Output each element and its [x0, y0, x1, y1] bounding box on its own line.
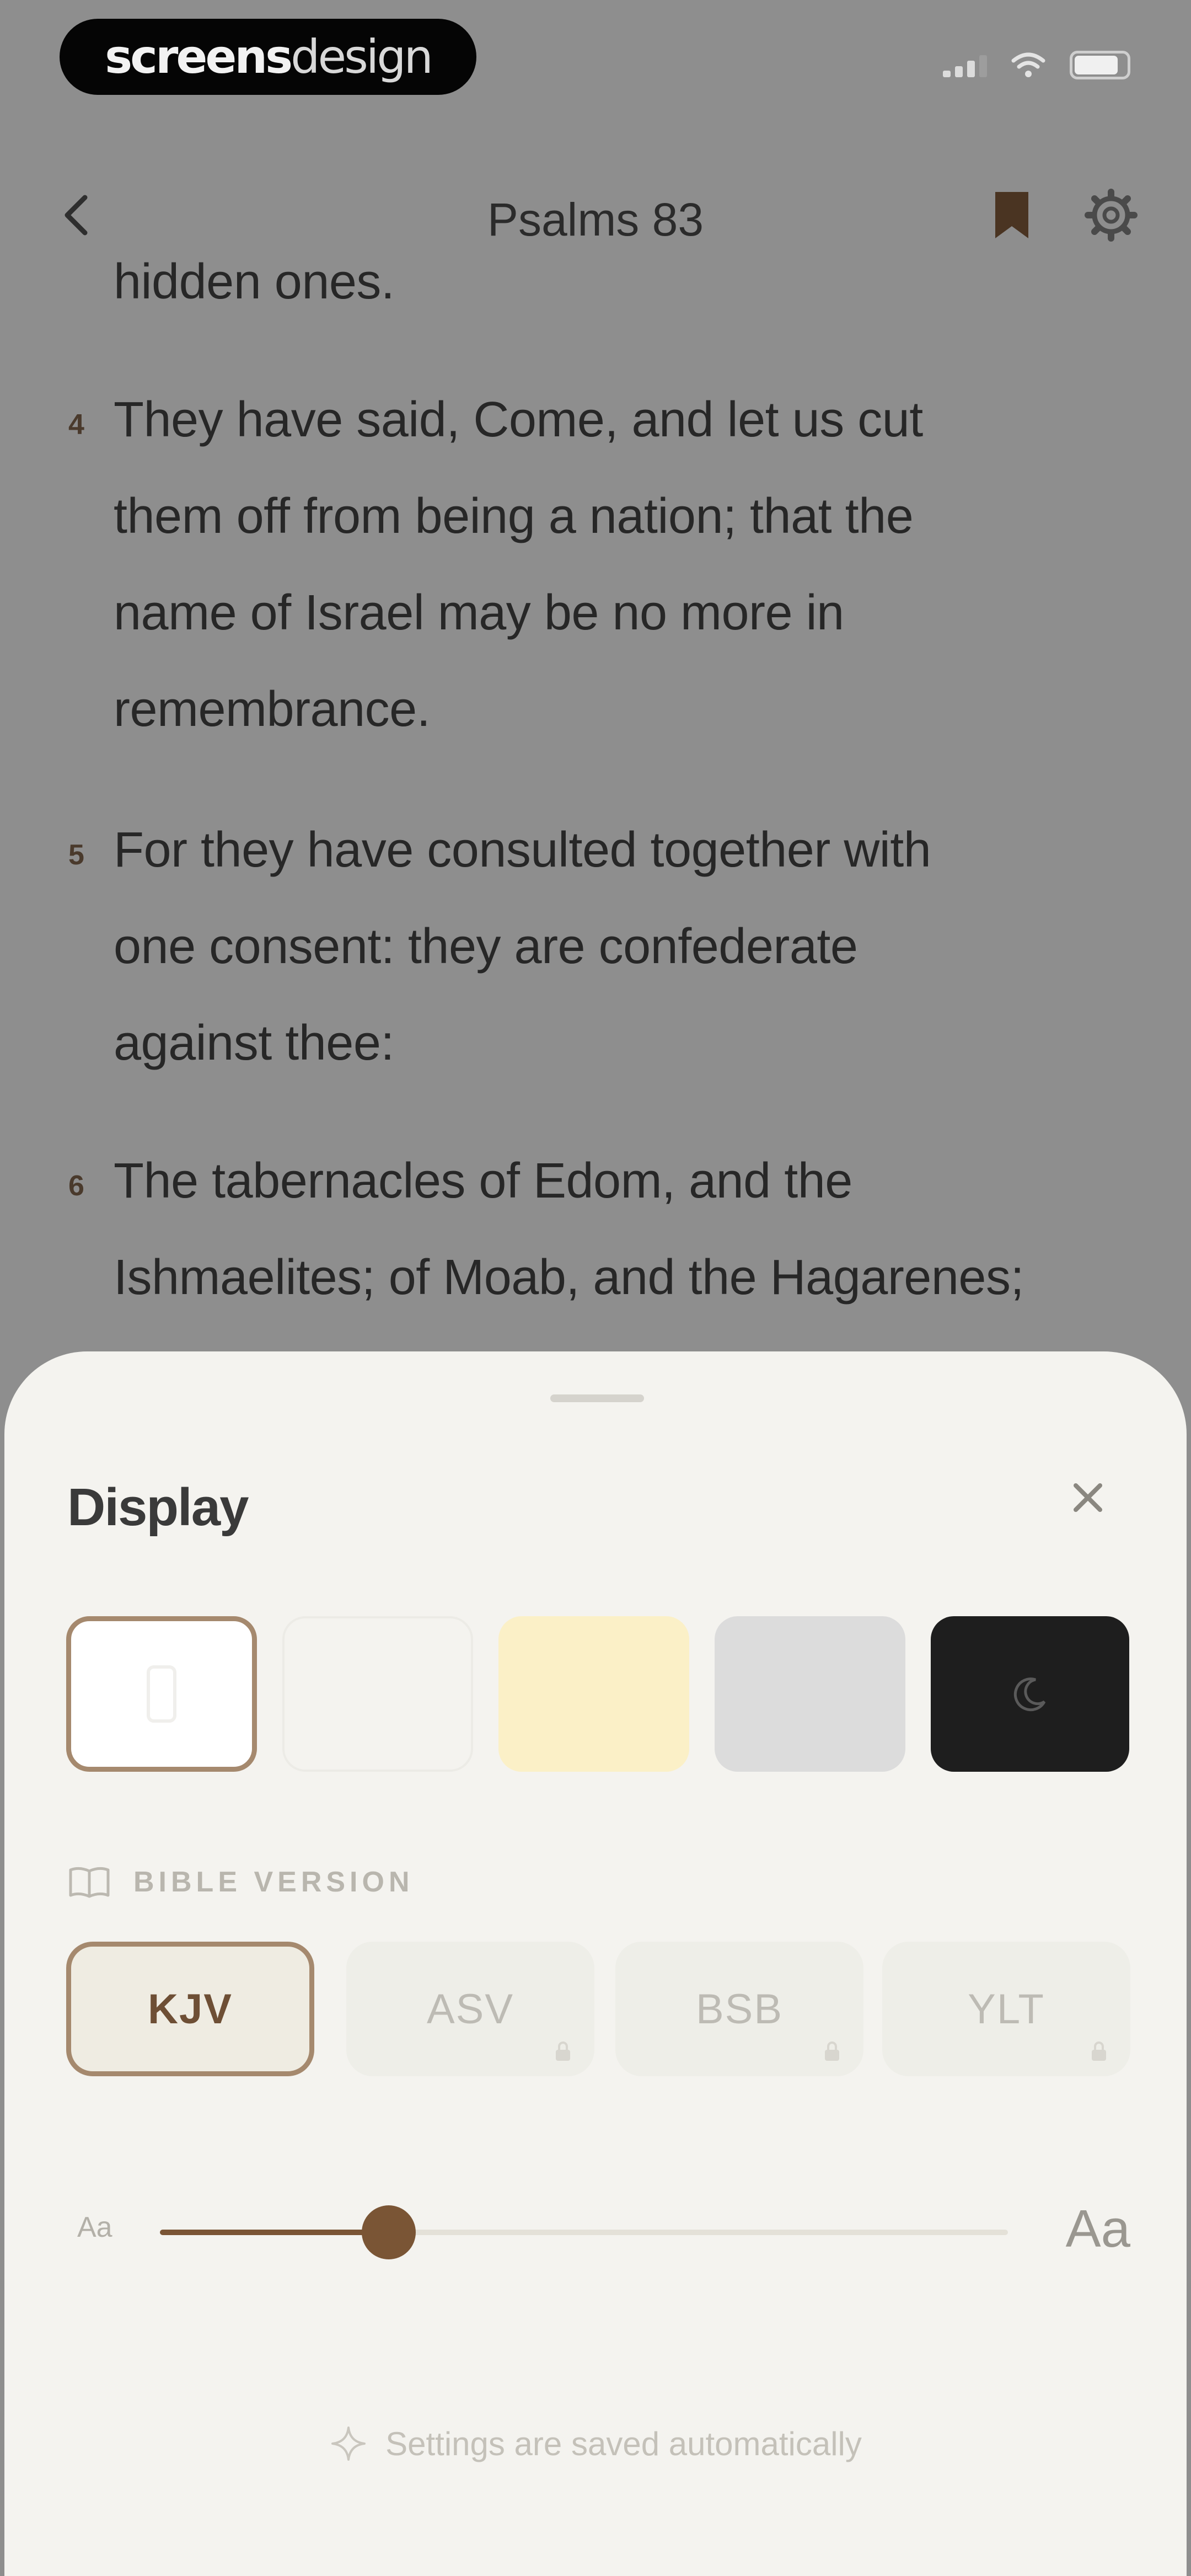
sheet-drag-handle[interactable] — [550, 1394, 644, 1402]
top-nav-bar: Psalms 83 — [0, 171, 1191, 259]
version-label: YLT — [968, 1985, 1045, 2033]
version-picker: KJV ASV BSB YLT — [66, 1942, 1130, 2080]
verse-number: 4 — [68, 409, 84, 441]
saved-note-text: Settings are saved automatically — [385, 2425, 862, 2462]
moon-icon — [1013, 1677, 1046, 1712]
gear-icon — [1085, 189, 1138, 242]
close-icon — [1074, 1483, 1102, 1512]
version-option-bsb[interactable]: BSB — [615, 1942, 863, 2076]
version-option-asv[interactable]: ASV — [346, 1942, 594, 2076]
bookmark-icon — [995, 192, 1028, 238]
bible-version-header: BIBLE VERSION — [67, 1864, 414, 1900]
font-size-control: Aa Aa — [66, 2190, 1130, 2273]
version-option-ylt[interactable]: YLT — [882, 1942, 1130, 2076]
slider-thumb[interactable] — [362, 2205, 416, 2259]
lock-icon — [825, 2041, 839, 2061]
display-settings-sheet: Display BIBLE VERSION KJV ASV BSB YLT Aa… — [4, 1351, 1187, 2576]
bookmark-button[interactable] — [990, 188, 1034, 243]
lock-icon — [556, 2041, 570, 2061]
settings-button[interactable] — [1083, 188, 1139, 243]
phone-icon — [147, 1665, 176, 1723]
theme-swatch-dark[interactable] — [931, 1616, 1129, 1772]
font-size-slider[interactable] — [160, 2205, 1008, 2259]
sparkle-icon — [331, 2427, 366, 2461]
lock-icon — [1092, 2041, 1106, 2061]
verse-line[interactable]: The tabernacles of Edom, and the — [114, 1153, 852, 1210]
battery-icon — [1070, 51, 1130, 79]
font-size-large-label: Aa — [1065, 2199, 1130, 2258]
wifi-icon — [1011, 52, 1045, 77]
brand-text-light: design — [291, 30, 433, 84]
verse-line[interactable]: one consent: they are confederate — [114, 918, 858, 975]
verse-line[interactable]: them off from being a nation; that the — [114, 488, 914, 545]
sheet-title: Display — [67, 1478, 249, 1537]
version-label: ASV — [426, 1985, 514, 2033]
close-button[interactable] — [1049, 1459, 1126, 1536]
verse-line[interactable]: Ishmaelites; of Moab, and the Hagarenes; — [114, 1249, 1024, 1306]
theme-swatch-gray[interactable] — [715, 1616, 905, 1772]
book-icon — [69, 1867, 110, 1898]
status-icons — [943, 51, 1130, 79]
theme-swatch-off-white[interactable] — [282, 1616, 473, 1772]
theme-picker — [66, 1616, 1130, 1782]
verse-number: 6 — [68, 1170, 84, 1202]
verse-number: 5 — [68, 839, 84, 871]
verse-line[interactable]: against thee: — [114, 1015, 394, 1072]
slider-fill — [160, 2230, 389, 2235]
version-label: KJV — [148, 1985, 233, 2033]
verse-line[interactable]: They have said, Come, and let us cut — [114, 392, 923, 448]
bible-version-label: BIBLE VERSION — [133, 1866, 414, 1898]
signal-icon — [943, 53, 987, 77]
verse-line[interactable]: For they have consulted together with — [114, 822, 931, 879]
font-size-small-label: Aa — [77, 2211, 112, 2243]
version-label: BSB — [695, 1985, 784, 2033]
status-bar: screensdesign — [0, 0, 1191, 116]
version-option-kjv[interactable]: KJV — [66, 1942, 314, 2076]
theme-swatch-sepia[interactable] — [498, 1616, 689, 1772]
brand-text-bold: screens — [105, 30, 293, 84]
theme-swatch-white[interactable] — [66, 1616, 257, 1772]
verse-line[interactable]: hidden ones. — [114, 254, 395, 311]
verse-line[interactable]: name of Israel may be no more in — [114, 585, 844, 642]
saved-note: Settings are saved automatically — [4, 2424, 1187, 2463]
brand-pill: screensdesign — [60, 19, 476, 95]
verse-line[interactable]: remembrance. — [114, 681, 431, 738]
